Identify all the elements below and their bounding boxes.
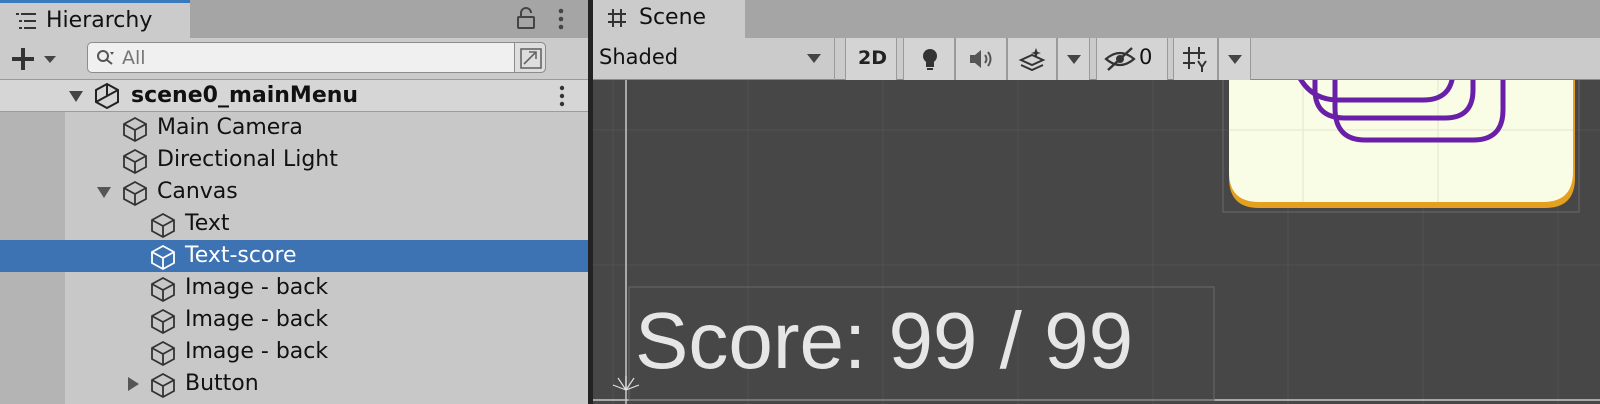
collapsed-arrow-icon[interactable] bbox=[125, 376, 141, 392]
tab-hierarchy[interactable]: Hierarchy bbox=[0, 0, 190, 38]
grid-snapping-button[interactable] bbox=[1173, 38, 1218, 80]
list-icon bbox=[16, 13, 36, 29]
search-input[interactable] bbox=[122, 45, 522, 70]
expand-arrow-icon[interactable] bbox=[96, 184, 112, 200]
kebab-menu-icon[interactable] bbox=[551, 84, 573, 108]
hidden-objects-count: 0 bbox=[1139, 45, 1153, 69]
gameobject-cube-icon bbox=[151, 212, 175, 239]
tab-scene[interactable]: Scene bbox=[593, 0, 745, 38]
hierarchy-item-text[interactable]: Text bbox=[0, 208, 588, 240]
hidden-objects-button[interactable]: 0 bbox=[1096, 38, 1168, 80]
hierarchy-item-label: Canvas bbox=[157, 179, 238, 204]
lock-icon[interactable] bbox=[515, 6, 537, 30]
scene-root-label: scene0_mainMenu bbox=[131, 83, 359, 108]
hierarchy-item-image-back[interactable]: Image - back bbox=[0, 304, 588, 336]
hidden-eye-icon bbox=[1104, 47, 1136, 71]
shading-mode-label: Shaded bbox=[599, 45, 679, 69]
score-text: Score: 99 / 99 bbox=[635, 296, 1133, 385]
hierarchy-item-label: Main Camera bbox=[157, 115, 303, 140]
scene-viewport[interactable]: Score: 99 / 99 bbox=[593, 80, 1600, 404]
search-field[interactable] bbox=[87, 42, 546, 73]
gameobject-cube-icon bbox=[151, 308, 175, 335]
effects-dropdown-button[interactable] bbox=[1057, 38, 1090, 80]
gameobject-cube-icon bbox=[123, 180, 147, 207]
grid-snap-icon bbox=[1183, 47, 1207, 72]
hierarchy-item-text-score[interactable]: Text-score bbox=[0, 240, 588, 272]
scene-search-icon bbox=[520, 48, 542, 69]
scene-panel: Scene Shaded 2D 0 Score: 99 / 99 bbox=[593, 0, 1600, 404]
hierarchy-item-button[interactable]: Button bbox=[0, 368, 588, 400]
hierarchy-toolbar bbox=[0, 38, 588, 80]
lightbulb-icon bbox=[923, 49, 937, 70]
add-object-button[interactable] bbox=[8, 44, 68, 74]
hierarchy-item-directional-light[interactable]: Directional Light bbox=[0, 144, 588, 176]
grid-snapping-dropdown[interactable] bbox=[1218, 38, 1251, 80]
hierarchy-item-label: Button bbox=[185, 371, 259, 396]
chevron-down-icon bbox=[44, 56, 56, 63]
audio-toggle-button[interactable] bbox=[955, 38, 1007, 80]
kebab-menu-icon[interactable] bbox=[550, 6, 572, 32]
effects-toggle-button[interactable] bbox=[1007, 38, 1057, 80]
shading-mode-dropdown[interactable]: Shaded bbox=[593, 38, 828, 80]
hierarchy-item-label: Text bbox=[185, 211, 230, 236]
scene-root-row[interactable]: scene0_mainMenu bbox=[0, 80, 588, 112]
search-icon bbox=[97, 50, 114, 65]
effects-icon bbox=[1018, 48, 1046, 71]
hierarchy-item-label: Image - back bbox=[185, 339, 329, 364]
hierarchy-item-image-back[interactable]: Image - back bbox=[0, 272, 588, 304]
card-image[interactable] bbox=[1222, 80, 1580, 213]
gameobject-cube-icon bbox=[123, 116, 147, 143]
tab-scene-label: Scene bbox=[639, 5, 707, 30]
hierarchy-item-image-back[interactable]: Image - back bbox=[0, 336, 588, 368]
hierarchy-item-label: Image - back bbox=[185, 275, 329, 300]
chevron-down-icon bbox=[1228, 55, 1242, 64]
hierarchy-item-label: Text-score bbox=[185, 243, 297, 268]
unity-scene-icon bbox=[95, 82, 119, 110]
hierarchy-item-canvas[interactable]: Canvas bbox=[0, 176, 588, 208]
hierarchy-item-label: Directional Light bbox=[157, 147, 338, 172]
chevron-down-icon bbox=[1067, 55, 1081, 64]
hierarchy-tree: scene0_mainMenu Main Camera Directional … bbox=[0, 80, 588, 404]
hierarchy-item-main-camera[interactable]: Main Camera bbox=[0, 112, 588, 144]
gameobject-cube-icon bbox=[151, 244, 175, 271]
scene-toolbar: Shaded 2D 0 bbox=[593, 38, 1600, 80]
hierarchy-item-label: Image - back bbox=[185, 307, 329, 332]
gameobject-cube-icon bbox=[151, 340, 175, 367]
gameobject-cube-icon bbox=[151, 372, 175, 399]
chevron-down-icon bbox=[807, 54, 821, 63]
search-mode-button[interactable] bbox=[514, 42, 546, 73]
toggle-2d-button[interactable]: 2D bbox=[845, 38, 897, 80]
hierarchy-tab-bar: Hierarchy bbox=[0, 0, 588, 38]
speaker-icon bbox=[970, 50, 992, 68]
toggle-2d-label: 2D bbox=[858, 47, 887, 69]
tab-hierarchy-label: Hierarchy bbox=[46, 8, 153, 33]
hierarchy-panel: Hierarchy All scene0_mainMenu Main Camer… bbox=[0, 0, 588, 404]
scene-tab-bar: Scene bbox=[593, 0, 1600, 38]
lighting-toggle-button[interactable] bbox=[903, 38, 955, 80]
expand-arrow-icon[interactable] bbox=[68, 88, 84, 104]
toolbar-divider bbox=[834, 38, 835, 80]
grid-hash-icon bbox=[608, 9, 626, 27]
gameobject-cube-icon bbox=[123, 148, 147, 175]
gameobject-cube-icon bbox=[151, 276, 175, 303]
score-text-object[interactable]: Score: 99 / 99 bbox=[628, 286, 1215, 401]
